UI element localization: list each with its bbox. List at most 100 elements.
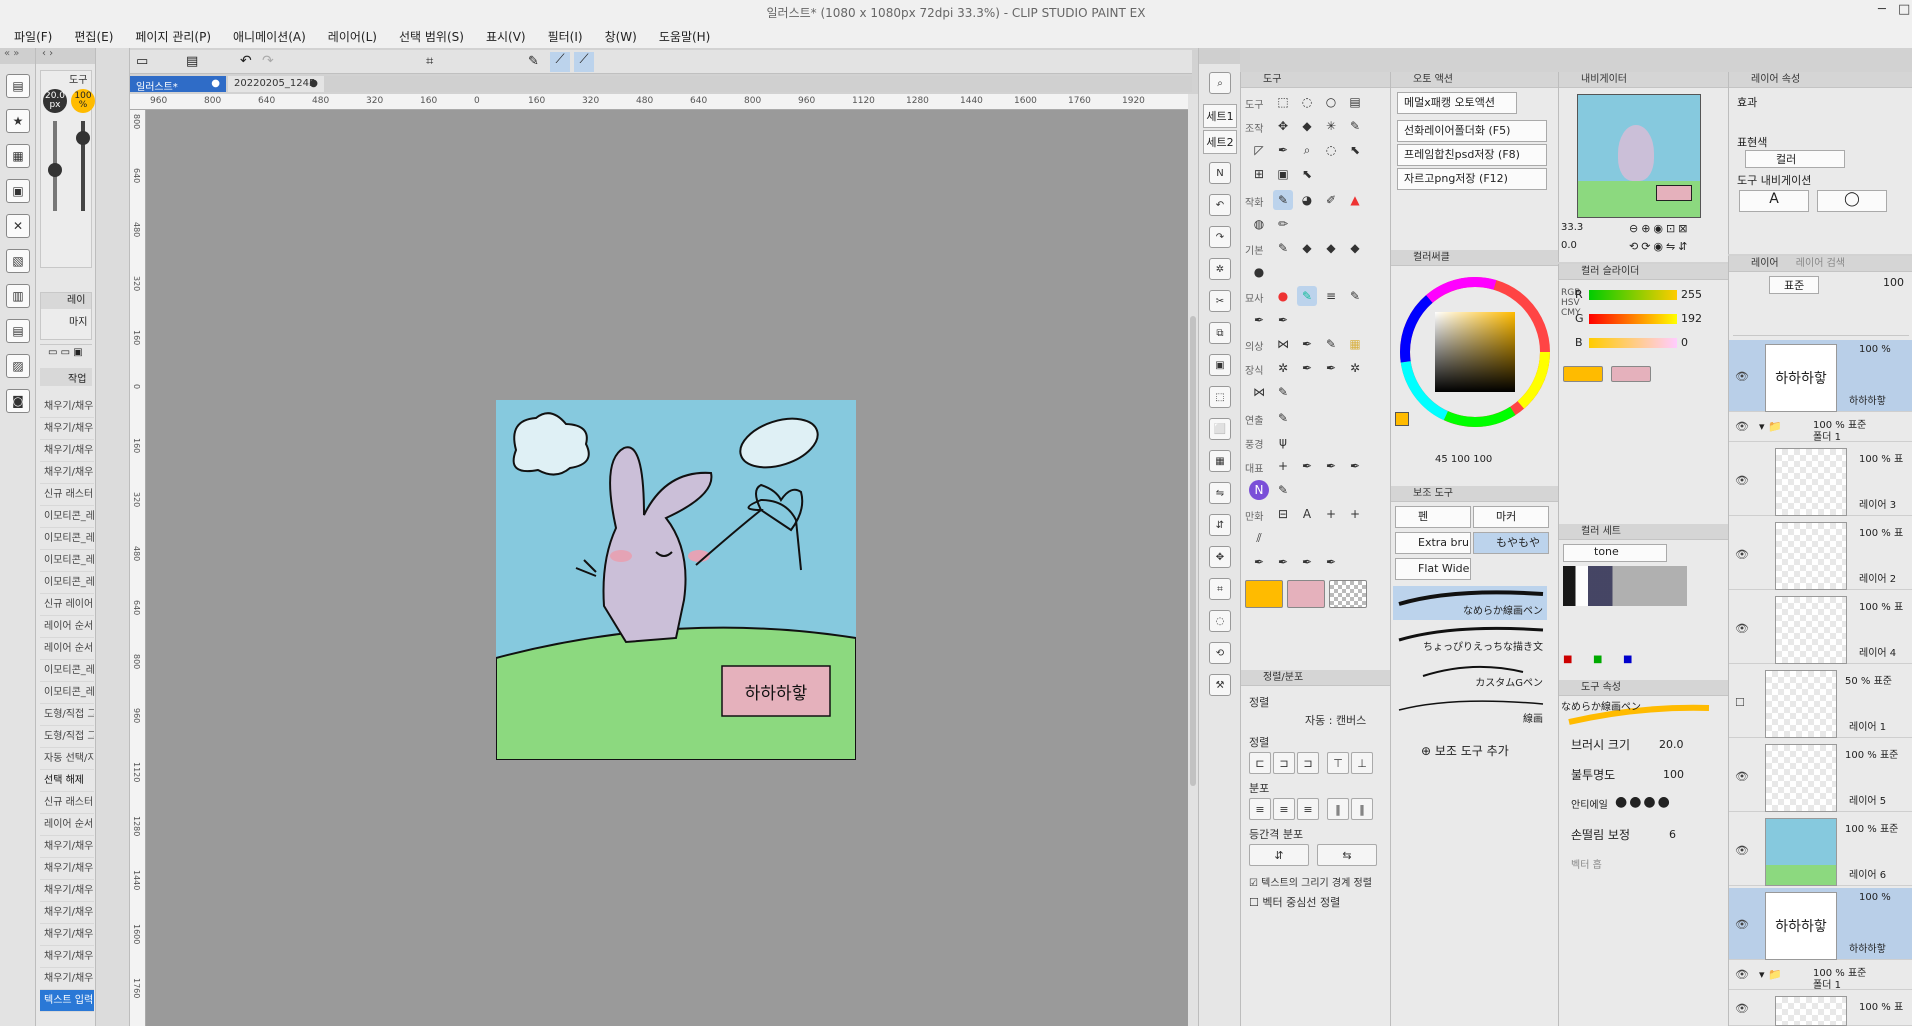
sub-tool-tab-marker[interactable]: 마커 xyxy=(1473,506,1549,528)
layer-mini-item[interactable]: 마지 xyxy=(41,309,91,328)
brush-icon[interactable]: ✎ xyxy=(1321,334,1341,354)
mode-hsv[interactable]: HSV xyxy=(1561,298,1580,308)
undo-icon[interactable]: ↶ xyxy=(240,53,252,69)
canvas-vertical-scrollbar[interactable] xyxy=(1188,94,1198,1026)
set-1-button[interactable]: 세트1 xyxy=(1203,104,1237,128)
deselect-icon[interactable]: ⬜ xyxy=(1209,418,1231,440)
color-mode-tabs[interactable]: RGB HSV CMY xyxy=(1561,288,1581,318)
ellipse-icon[interactable]: ○ xyxy=(1321,92,1341,112)
opacity-bubble[interactable]: 100 % xyxy=(71,89,95,113)
antialias-options[interactable]: ●●●● xyxy=(1615,794,1672,810)
eraser-pink-icon[interactable]: ▲ xyxy=(1345,190,1365,210)
camera-material-icon[interactable]: ◙ xyxy=(6,389,30,413)
auto-action-item-3[interactable]: 자르고png저장 (F12) xyxy=(1397,168,1547,190)
layer-tab[interactable]: 레이어 xyxy=(1751,258,1779,269)
list-item[interactable]: 채우기/채우 xyxy=(40,836,94,858)
favorites-icon[interactable]: ★ xyxy=(6,109,30,133)
eye-icon[interactable]: 👁 xyxy=(1735,770,1749,783)
frame-icon[interactable]: ⊟ xyxy=(1273,504,1293,524)
pattern-icon[interactable]: ▦ xyxy=(1345,334,1365,354)
eraser-icon[interactable]: ◆ xyxy=(1297,238,1317,258)
redo-icon[interactable]: ↷ xyxy=(1209,226,1231,248)
gear-icon[interactable]: ✲ xyxy=(1345,358,1365,378)
brush-size-value[interactable]: 20.0 xyxy=(1659,738,1684,751)
list-item[interactable]: 이모티콘_레 xyxy=(40,572,94,594)
sub-tool-tab-extra[interactable]: Extra bru xyxy=(1395,532,1471,554)
artwork-canvas[interactable]: 하하하핳 xyxy=(495,400,857,761)
list-item[interactable]: 채우기/채우 xyxy=(40,902,94,924)
layer-row[interactable]: 👁 하하하핳 100 % 하하하핳 xyxy=(1729,888,1912,960)
distribute-3-button[interactable]: ≡ xyxy=(1297,798,1319,820)
pen-icon[interactable]: ✒ xyxy=(1297,334,1317,354)
pen-icon[interactable]: ✒ xyxy=(1273,310,1293,330)
sparkle-icon[interactable]: + xyxy=(1345,504,1365,524)
list-item[interactable]: 채우기/채우 xyxy=(40,418,94,440)
minimize-button[interactable]: ─ xyxy=(1878,2,1886,17)
list-item[interactable]: 레이어 순서 xyxy=(40,616,94,638)
eye-icon[interactable]: ☐ xyxy=(1735,696,1745,709)
auto-action-item-1[interactable]: 선화레이어폴더화 (F5) xyxy=(1397,120,1547,142)
auto-action-item-2[interactable]: 프레임합친psd저장 (F8) xyxy=(1397,144,1547,166)
equal-horizontal-button[interactable]: ⇆ xyxy=(1317,844,1377,866)
lasso-icon[interactable]: ◌ xyxy=(1297,92,1317,112)
eyedropper-icon[interactable]: ✎ xyxy=(1345,116,1365,136)
transform-icon[interactable]: ⌗ xyxy=(426,54,433,69)
eye-icon[interactable]: 👁 xyxy=(1735,844,1749,857)
eye-icon[interactable]: 👁 xyxy=(1735,420,1749,433)
layer-search-tab[interactable]: 레이어 검색 xyxy=(1796,258,1845,269)
r-value[interactable]: 255 xyxy=(1681,288,1702,301)
pen-icon[interactable]: ✒ xyxy=(1345,456,1365,476)
art-text-label[interactable]: 하하하핳 xyxy=(722,666,830,716)
menu-file[interactable]: 파일(F) xyxy=(14,28,52,45)
move-icon[interactable]: ✥ xyxy=(1273,116,1293,136)
pen-icon[interactable]: ✒ xyxy=(1321,358,1341,378)
transform-icon[interactable]: ⬚ xyxy=(1209,386,1231,408)
brush-stroke-item[interactable]: ちょっぴりえっちな描き文 xyxy=(1393,622,1547,656)
image-material-icon[interactable]: ▣ xyxy=(6,179,30,203)
list-item[interactable]: 레이어 순서 xyxy=(40,638,94,660)
layer-row[interactable]: 👁 100 % 표 xyxy=(1729,992,1912,1026)
blend-icon[interactable]: ◍ xyxy=(1249,214,1269,234)
eye-icon[interactable]: 👁 xyxy=(1735,1002,1749,1015)
eye-icon[interactable]: 👁 xyxy=(1735,548,1749,561)
layer-opacity[interactable]: 100 xyxy=(1883,276,1904,289)
pen-icon[interactable]: ✒ xyxy=(1297,552,1317,572)
main-color-swatch[interactable] xyxy=(1245,580,1283,608)
pen-icon[interactable]: ✎ xyxy=(1273,190,1293,210)
color-set-dropdown[interactable]: tone xyxy=(1563,544,1667,562)
vector-center-checkbox[interactable]: ☐ 벡터 중심선 정렬 xyxy=(1249,894,1340,910)
align-center-button[interactable]: ⊐ xyxy=(1273,752,1295,774)
materials-list-icon[interactable]: ▦ xyxy=(6,144,30,168)
undo-icon[interactable]: ↶ xyxy=(1209,194,1231,216)
new-file-icon[interactable]: ▭ xyxy=(136,54,148,69)
layer-row[interactable]: 👁 100 % 표 레이어 4 xyxy=(1729,592,1912,664)
plus-icon[interactable]: + xyxy=(1273,456,1293,476)
lasso-icon[interactable]: ◌ xyxy=(1209,610,1231,632)
brush-icon[interactable]: ✎ xyxy=(1345,286,1365,306)
align-mode[interactable]: 자동 : 캔버스 xyxy=(1305,712,1366,728)
tab-photo[interactable]: 20220205_1245 ● xyxy=(228,76,324,92)
list-item[interactable]: 채우기/채우 xyxy=(40,462,94,484)
align-middle-button[interactable]: ⊥ xyxy=(1351,752,1373,774)
auto-action-dropdown[interactable]: 메멀x패캥 오토액션 xyxy=(1397,92,1517,114)
brush-material-icon[interactable]: ▥ xyxy=(6,284,30,308)
brush-icon[interactable]: ✎ xyxy=(1273,408,1293,428)
layer-row[interactable]: 👁 100 % 표준 레이어 6 xyxy=(1729,814,1912,886)
tab-close-icon[interactable]: ● xyxy=(211,78,220,89)
new-icon[interactable]: N xyxy=(1209,162,1231,184)
move-icon[interactable]: ✥ xyxy=(1209,546,1231,568)
distribute-2-button[interactable]: ≡ xyxy=(1273,798,1295,820)
brush-icon[interactable]: ✎ xyxy=(1273,382,1293,402)
pattern-material-icon[interactable]: ▧ xyxy=(6,249,30,273)
pen-icon[interactable]: ✒ xyxy=(1273,552,1293,572)
materials-icon[interactable]: ▤ xyxy=(6,74,30,98)
align-top-button[interactable]: ⊤ xyxy=(1327,752,1349,774)
text-icon[interactable]: A xyxy=(1297,504,1317,524)
eye-icon[interactable]: 👁 xyxy=(1735,474,1749,487)
snap-special-ruler-icon[interactable]: ⟋ xyxy=(574,52,594,72)
list-item[interactable]: 이모티콘_레 xyxy=(40,660,94,682)
list-item[interactable]: 채우기/채우 xyxy=(40,924,94,946)
bow-icon[interactable]: ⋈ xyxy=(1273,334,1293,354)
grass-icon[interactable]: ψ xyxy=(1273,432,1293,452)
transparent-color-swatch[interactable] xyxy=(1329,580,1367,608)
